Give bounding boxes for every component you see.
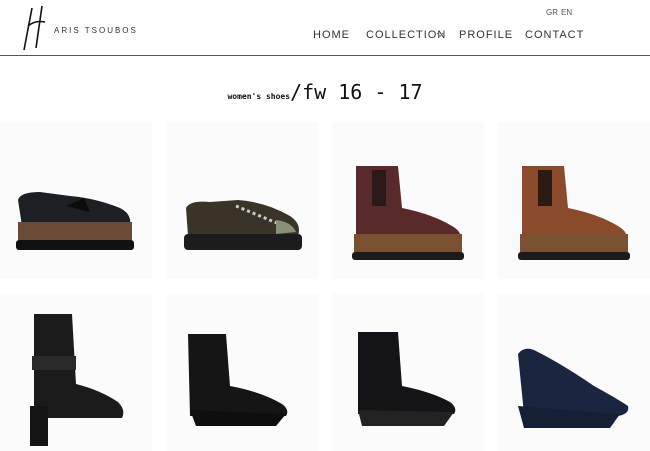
wedge-chelsea-boot-icon xyxy=(188,334,288,426)
block-heel-boot-icon xyxy=(30,314,124,446)
product-tile[interactable] xyxy=(0,294,152,451)
platform-lace-up-icon xyxy=(184,200,302,250)
product-tile[interactable] xyxy=(0,122,152,279)
product-tile[interactable] xyxy=(332,122,484,279)
nav-home[interactable]: HOME xyxy=(313,29,350,41)
product-tile[interactable] xyxy=(498,294,650,451)
header-divider xyxy=(0,55,650,56)
language-en-link[interactable]: EN xyxy=(561,8,572,17)
language-gr-link[interactable]: GR xyxy=(546,8,558,17)
nav-profile[interactable]: PROFILE xyxy=(459,29,513,41)
wedge-suede-bootie-icon xyxy=(358,332,456,426)
tan-chelsea-boot-icon xyxy=(518,166,630,260)
category-label: women's shoes xyxy=(227,92,291,101)
brand-logo-icon[interactable] xyxy=(20,4,50,52)
nav-contact[interactable]: CONTACT xyxy=(525,29,584,41)
navy-wedge-pump-icon xyxy=(518,348,629,428)
product-tile[interactable] xyxy=(498,122,650,279)
platform-loafer-icon xyxy=(16,192,134,250)
page-title: women's shoes/fw 16 - 17 xyxy=(0,80,650,104)
burgundy-chelsea-boot-icon xyxy=(352,166,464,260)
site-header: ARIS TSOUBOS GR EN HOME COLLECTION PROFI… xyxy=(0,0,650,56)
product-tile[interactable] xyxy=(332,294,484,451)
product-tile[interactable] xyxy=(166,122,318,279)
product-tile[interactable] xyxy=(166,294,318,451)
brand-name[interactable]: ARIS TSOUBOS xyxy=(54,26,138,35)
heading-slash: / xyxy=(290,80,303,104)
chevron-down-icon[interactable] xyxy=(436,31,444,39)
nav-collection[interactable]: COLLECTION xyxy=(366,29,446,41)
season-label: fw 16 - 17 xyxy=(302,80,423,104)
